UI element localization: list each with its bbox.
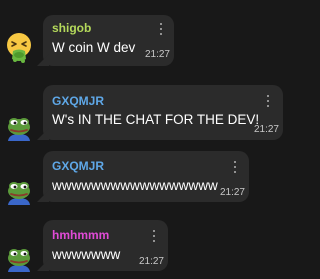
author-name[interactable]: GXQMJR — [52, 94, 104, 108]
message-text: W coin W dev — [52, 40, 136, 55]
message-time: 21:27 — [253, 124, 279, 135]
message-bubble: hmhmmm wwwwwww 21:27 — [37, 220, 168, 271]
chat-message[interactable]: shigob W coin W dev 21:27 — [0, 0, 303, 70]
message-bubble: shigob W coin W dev 21:27 — [37, 15, 174, 66]
more-options-icon[interactable] — [160, 23, 163, 35]
nauseated-face-emoji-icon[interactable] — [3, 31, 35, 63]
bubble-tail — [37, 128, 49, 140]
author-name[interactable]: shigob — [52, 21, 91, 35]
author-name[interactable]: hmhmmm — [52, 228, 109, 242]
message-time: 21:27 — [138, 256, 164, 267]
more-options-icon[interactable] — [234, 161, 237, 173]
more-options-icon[interactable] — [153, 230, 156, 242]
pepe-frog-avatar-icon[interactable] — [3, 111, 35, 143]
message-bubble: GXQMJR W's IN THE CHAT FOR THE DEV! 21:2… — [37, 85, 283, 140]
message-text: wwwwwww — [52, 247, 121, 262]
message-time: 21:27 — [219, 187, 245, 198]
message-time: 21:27 — [144, 49, 170, 60]
author-name[interactable]: GXQMJR — [52, 159, 104, 173]
more-options-icon[interactable] — [267, 95, 270, 107]
pepe-frog-avatar-icon[interactable] — [3, 175, 35, 207]
message-bubble: GXQMJR wwwwwwwwwwwwwwwww 21:27 — [37, 151, 249, 202]
message-text: W's IN THE CHAT FOR THE DEV! — [52, 112, 260, 127]
message-text: wwwwwwwwwwwwwwwww — [52, 178, 218, 193]
bubble-tail — [37, 54, 49, 66]
chat-message[interactable]: GXQMJR wwwwwwwwwwwwwwwww 21:27 — [0, 148, 303, 207]
pepe-frog-avatar-icon[interactable] — [3, 242, 35, 274]
bubble-tail — [37, 259, 49, 271]
bubble-tail — [37, 190, 49, 202]
chat-message[interactable]: GXQMJR W's IN THE CHAT FOR THE DEV! 21:2… — [0, 82, 303, 142]
chat-message[interactable]: hmhmmm wwwwwww 21:27 — [0, 218, 303, 279]
